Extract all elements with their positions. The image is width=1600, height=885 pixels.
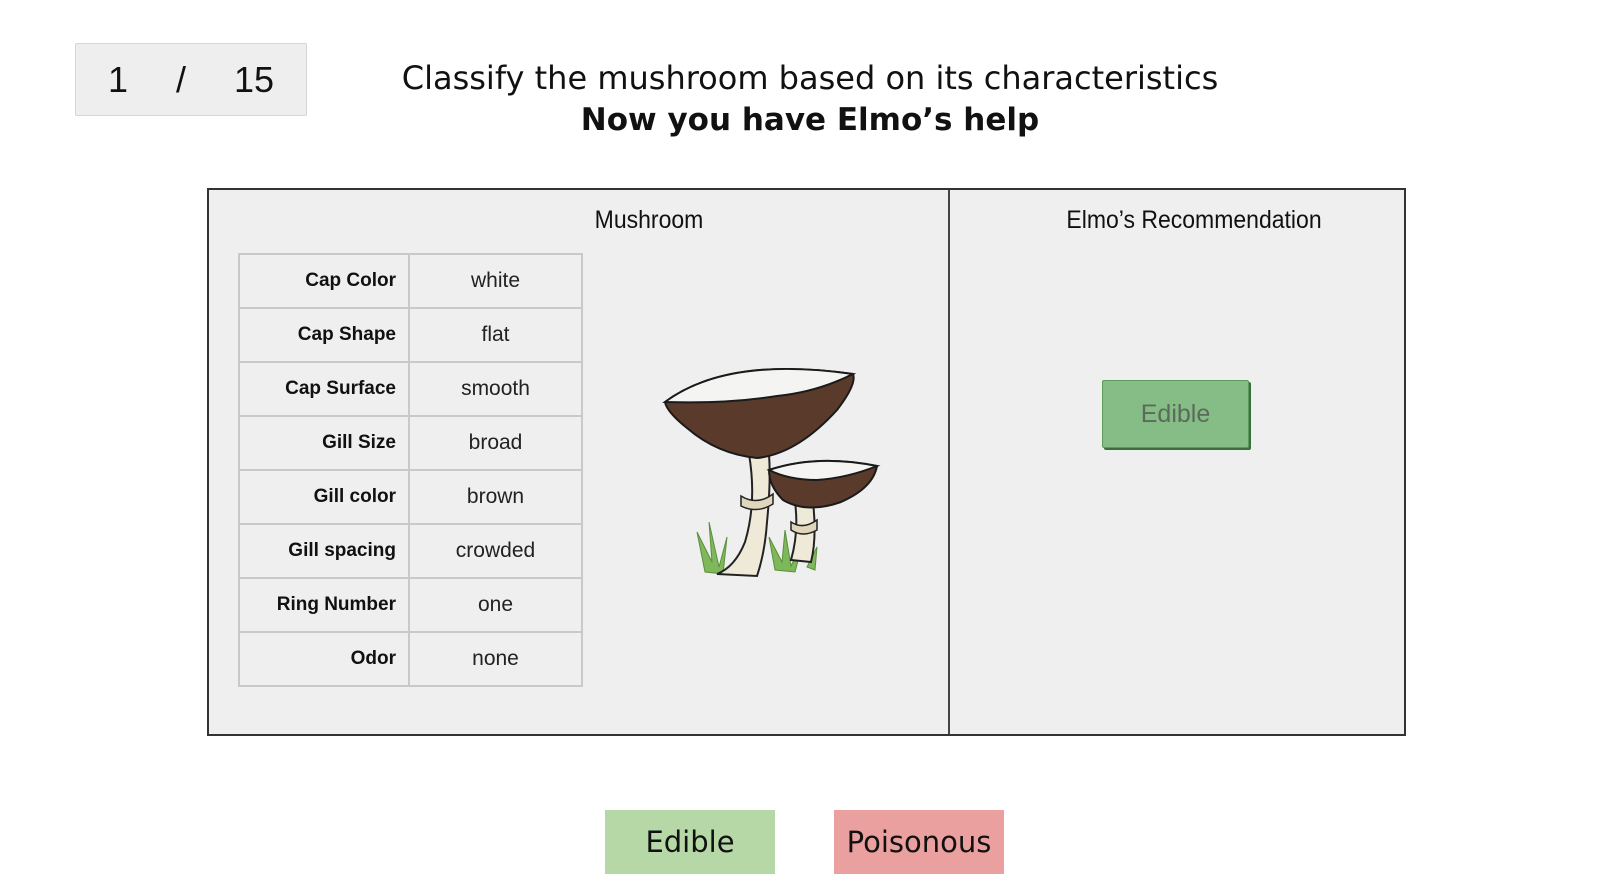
attribute-label: Gill color xyxy=(238,469,410,525)
attribute-value: smooth xyxy=(408,361,583,417)
attribute-value: broad xyxy=(408,415,583,471)
attribute-label: Cap Color xyxy=(238,253,410,309)
classification-panel: Mushroom Elmo’s Recommendation Cap Color… xyxy=(207,188,1406,736)
attribute-label: Odor xyxy=(238,631,410,687)
attribute-value: brown xyxy=(408,469,583,525)
attribute-value: none xyxy=(408,631,583,687)
table-row: Gill spacing crowded xyxy=(238,523,583,579)
table-row: Cap Surface smooth xyxy=(238,361,583,417)
table-row: Cap Shape flat xyxy=(238,307,583,363)
attribute-label: Ring Number xyxy=(238,577,410,633)
attribute-label: Gill Size xyxy=(238,415,410,471)
attribute-label: Cap Shape xyxy=(238,307,410,363)
current-question-number: 1 xyxy=(107,58,129,100)
attribute-value: white xyxy=(408,253,583,309)
page-title: Classify the mushroom based on its chara… xyxy=(400,56,1220,140)
panel-divider xyxy=(948,190,950,734)
recommendation-panel-title: Elmo’s Recommendation xyxy=(1066,206,1322,234)
table-row: Gill color brown xyxy=(238,469,583,525)
attribute-value: crowded xyxy=(408,523,583,579)
instruction-text: Classify the mushroom based on its chara… xyxy=(401,59,1219,97)
mushroom-attributes-table: Cap Color white Cap Shape flat Cap Surfa… xyxy=(238,253,583,687)
table-row: Odor none xyxy=(238,631,583,687)
question-counter: 1 / 15 xyxy=(75,43,307,116)
attribute-label: Gill spacing xyxy=(238,523,410,579)
recommendation-badge: Edible xyxy=(1102,380,1249,448)
table-row: Ring Number one xyxy=(238,577,583,633)
attribute-label: Cap Surface xyxy=(238,361,410,417)
edible-button[interactable]: Edible xyxy=(605,810,775,874)
counter-separator: / xyxy=(175,58,186,100)
mushroom-illustration-icon xyxy=(662,367,881,578)
table-row: Gill Size broad xyxy=(238,415,583,471)
help-subtitle: Now you have Elmo’s help xyxy=(580,102,1040,138)
attribute-value: flat xyxy=(408,307,583,363)
attribute-value: one xyxy=(408,577,583,633)
total-questions-number: 15 xyxy=(233,58,275,100)
table-row: Cap Color white xyxy=(238,253,583,309)
mushroom-panel-title: Mushroom xyxy=(594,206,704,234)
poisonous-button[interactable]: Poisonous xyxy=(834,810,1004,874)
